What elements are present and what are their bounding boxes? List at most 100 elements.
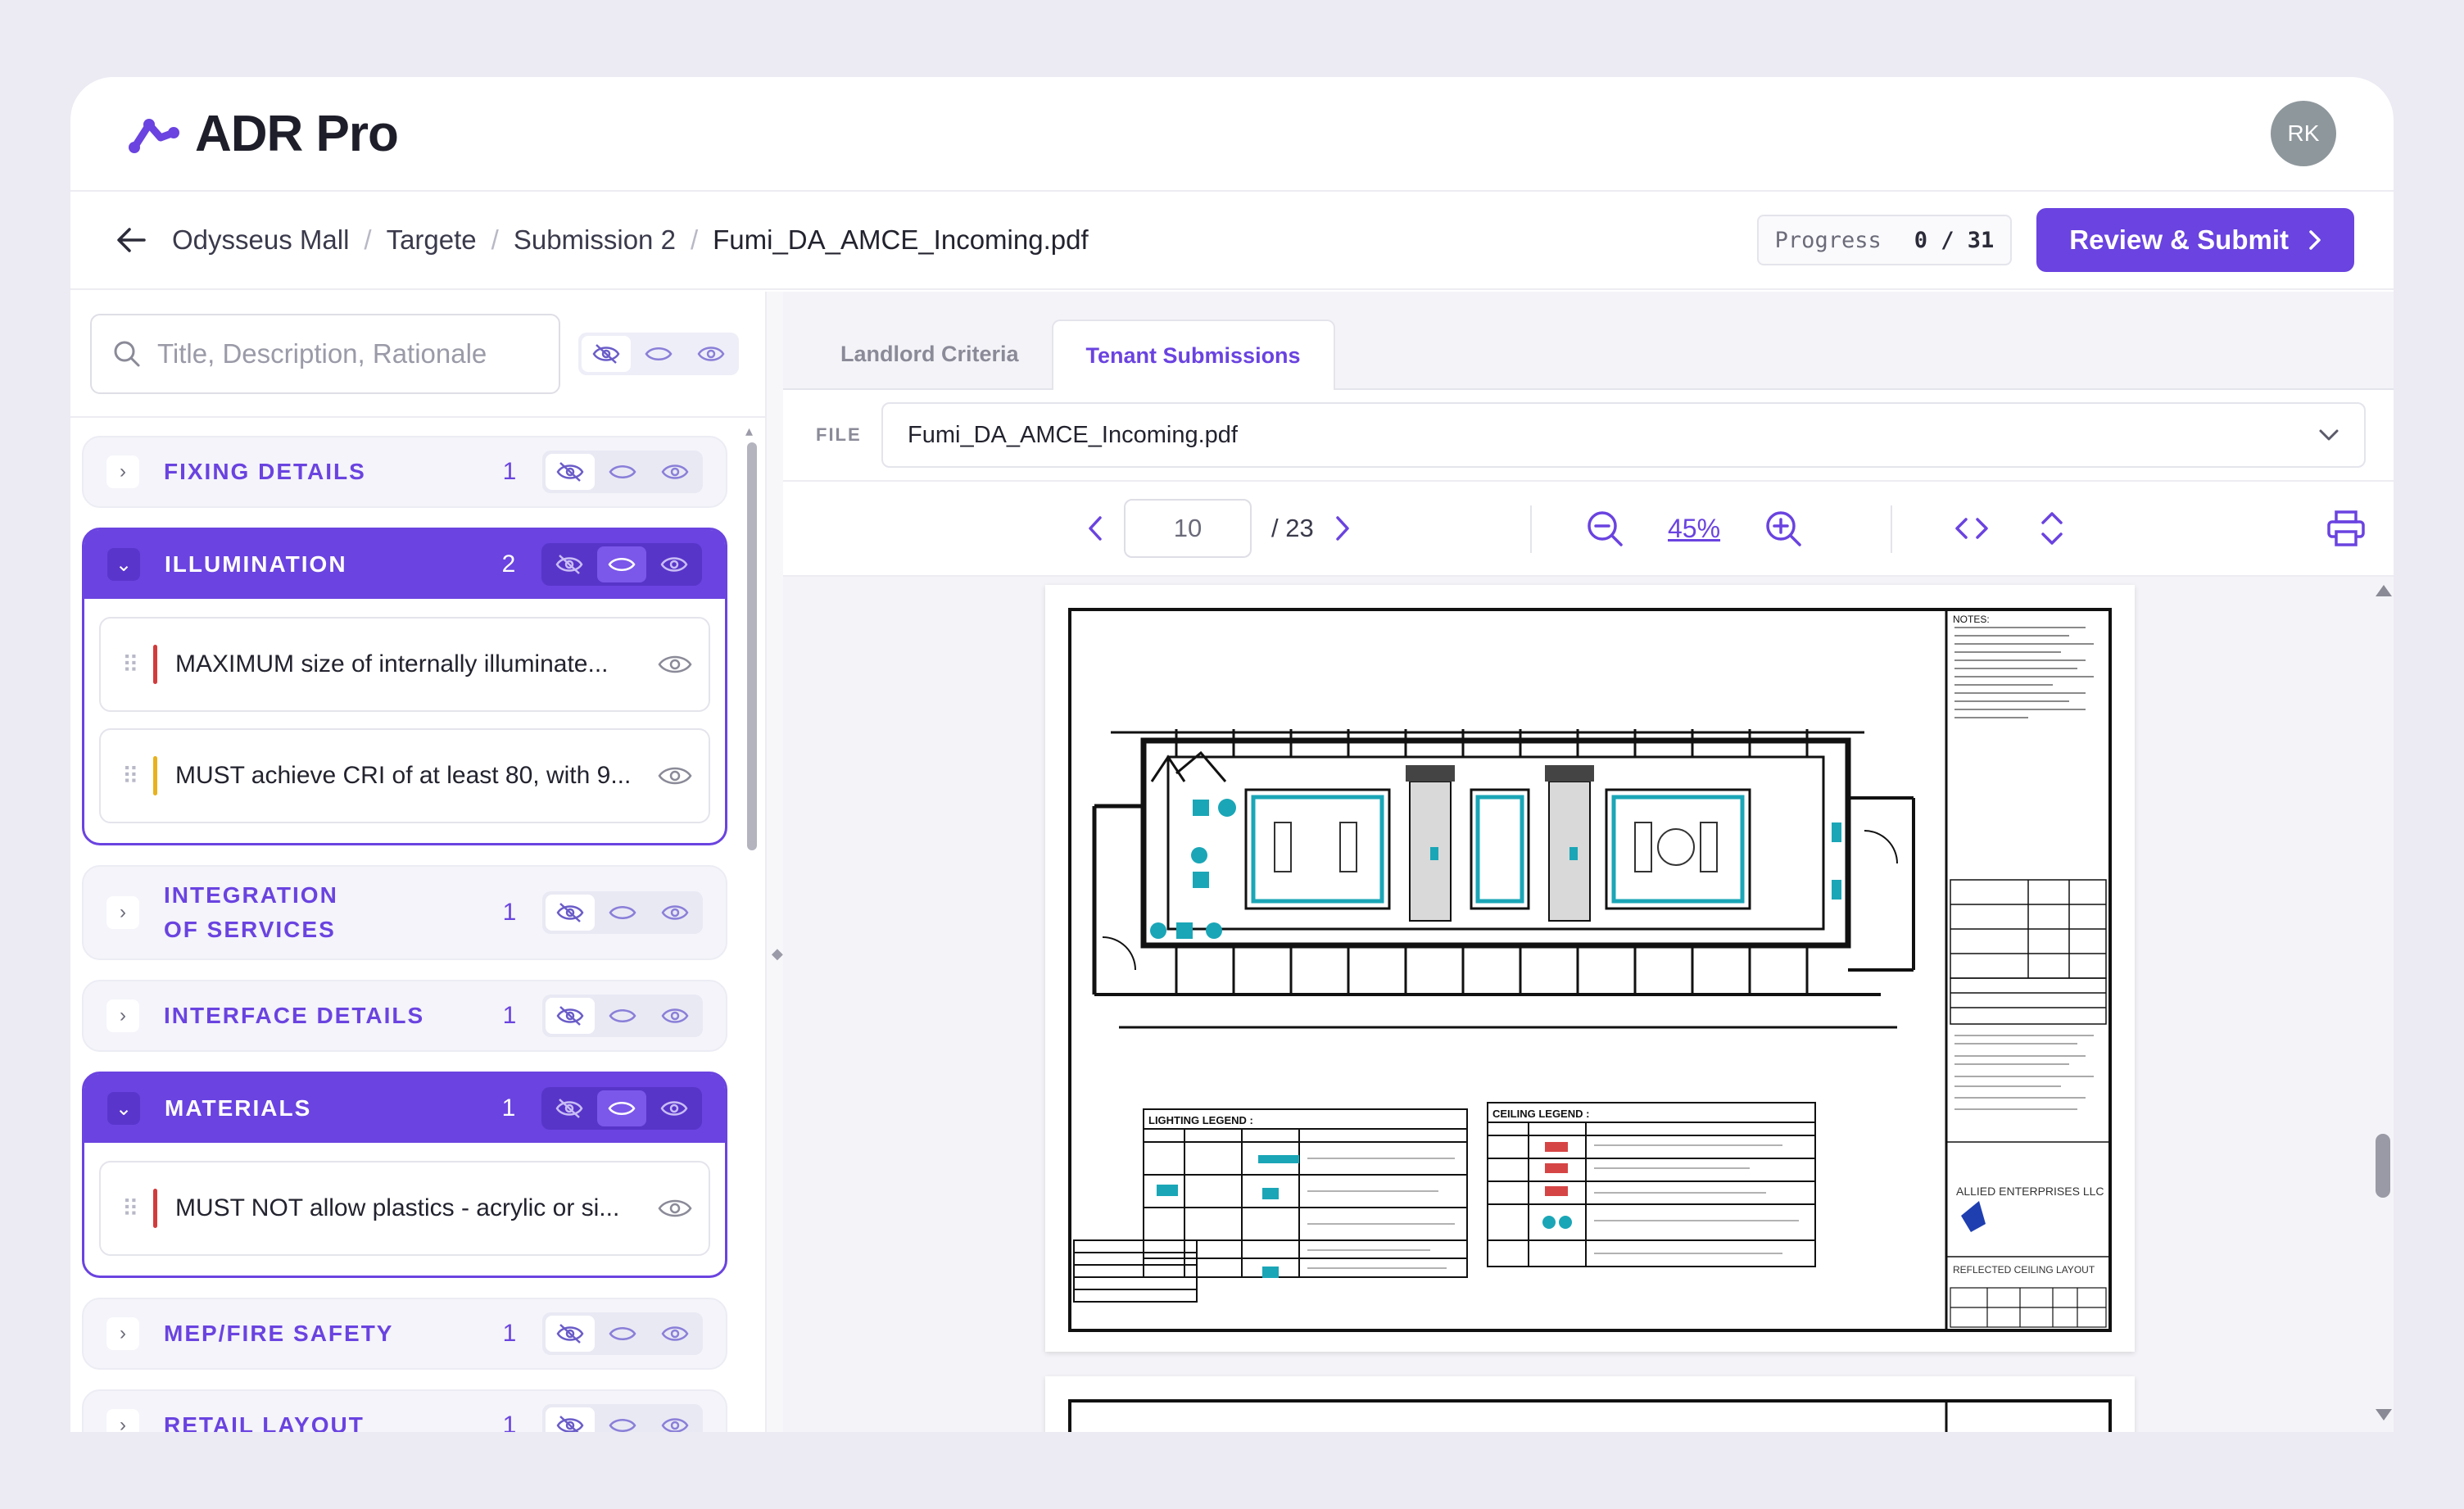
eye-icon[interactable] bbox=[650, 546, 699, 582]
category-interface-details: › INTERFACE DETAILS 1 bbox=[82, 980, 727, 1052]
logo[interactable]: ADR Pro bbox=[128, 105, 399, 163]
eye-off-icon[interactable] bbox=[546, 1316, 595, 1352]
app-name: ADR Pro bbox=[195, 105, 399, 162]
criterion-item[interactable]: ⠿ MUST achieve CRI of at least 80, with … bbox=[99, 728, 710, 823]
scrollbar-thumb[interactable] bbox=[2376, 1134, 2390, 1198]
criterion-item[interactable]: ⠿ MUST NOT allow plastics - acrylic or s… bbox=[99, 1161, 710, 1256]
breadcrumb-tenant[interactable]: Targete bbox=[387, 224, 477, 256]
category-name: ILLUMINATION bbox=[165, 551, 347, 577]
hide-all-eye-off-icon[interactable] bbox=[582, 336, 631, 372]
eye-icon[interactable] bbox=[658, 1196, 692, 1221]
chevron-right-icon[interactable]: › bbox=[106, 1317, 139, 1350]
eye-icon[interactable] bbox=[658, 764, 692, 788]
chevron-down-icon[interactable]: ⌄ bbox=[107, 1092, 140, 1125]
category-name: INTEGRATION OF SERVICES bbox=[164, 882, 338, 942]
fit-height-icon[interactable] bbox=[2040, 511, 2064, 546]
eye-icon[interactable] bbox=[650, 895, 700, 931]
eye-off-icon[interactable] bbox=[545, 1090, 594, 1126]
partial-eye-icon[interactable] bbox=[597, 546, 646, 582]
page-number-input[interactable]: 10 bbox=[1124, 499, 1252, 558]
drag-handle-icon[interactable]: ⠿ bbox=[122, 1195, 147, 1222]
file-select[interactable]: Fumi_DA_AMCE_Incoming.pdf bbox=[881, 402, 2366, 468]
category-integration-of-services: › INTEGRATION OF SERVICES 1 bbox=[82, 865, 727, 960]
breadcrumb-project[interactable]: Odysseus Mall bbox=[172, 224, 349, 256]
scroll-down-icon[interactable] bbox=[2376, 1409, 2392, 1421]
zoom-level[interactable]: 45% bbox=[1668, 514, 1720, 544]
ceiling-legend-title: CEILING LEGEND : bbox=[1492, 1108, 1589, 1120]
category-visibility-toggle bbox=[542, 451, 703, 493]
breadcrumb-separator: / bbox=[690, 224, 699, 255]
category-count: 1 bbox=[502, 1002, 517, 1029]
scroll-up-icon[interactable]: ▴ bbox=[745, 423, 753, 440]
search-input[interactable]: Title, Description, Rationale bbox=[90, 314, 560, 394]
breadcrumb-separator: / bbox=[364, 224, 372, 255]
partial-visibility-icon[interactable] bbox=[634, 336, 683, 372]
eye-icon[interactable] bbox=[650, 998, 700, 1034]
chevron-down-icon[interactable]: ⌄ bbox=[107, 548, 140, 581]
top-bar: ADR Pro RK bbox=[70, 77, 2394, 192]
tab-landlord-criteria[interactable]: Landlord Criteria bbox=[808, 319, 1052, 388]
category-header[interactable]: › INTEGRATION OF SERVICES 1 bbox=[84, 867, 726, 958]
partial-eye-icon[interactable] bbox=[598, 454, 647, 490]
category-header[interactable]: › RETAIL LAYOUT 1 bbox=[84, 1391, 726, 1432]
fit-controls bbox=[1954, 511, 2064, 546]
eye-icon[interactable] bbox=[650, 454, 700, 490]
panel-resize-handle[interactable]: ◆ bbox=[767, 292, 783, 1432]
viewer-toolbar: 10 / 23 45% bbox=[783, 482, 2394, 577]
category-header[interactable]: › INTERFACE DETAILS 1 bbox=[84, 981, 726, 1050]
next-page-icon[interactable] bbox=[1334, 514, 1352, 542]
drag-handle-icon[interactable]: ⠿ bbox=[122, 763, 147, 790]
pdf-page-next bbox=[1045, 1376, 2135, 1432]
partial-eye-icon[interactable] bbox=[598, 895, 647, 931]
eye-icon[interactable] bbox=[650, 1090, 699, 1126]
eye-icon[interactable] bbox=[650, 1316, 700, 1352]
eye-icon[interactable] bbox=[658, 652, 692, 677]
app-window: ADR Pro RK Odysseus Mall / Targete / Sub… bbox=[70, 77, 2394, 1432]
review-submit-button[interactable]: Review & Submit bbox=[2036, 208, 2354, 272]
chevron-right-icon bbox=[2309, 230, 2321, 250]
partial-eye-icon[interactable] bbox=[598, 1316, 647, 1352]
avatar[interactable]: RK bbox=[2271, 101, 2336, 166]
partial-eye-icon[interactable] bbox=[598, 1407, 647, 1432]
breadcrumb-submission[interactable]: Submission 2 bbox=[514, 224, 676, 256]
fit-width-icon[interactable] bbox=[1954, 516, 1989, 541]
zoom-in-icon[interactable] bbox=[1764, 510, 1802, 547]
scrollbar-thumb[interactable] bbox=[747, 442, 757, 850]
category-list-scrollbar[interactable]: ▴ bbox=[745, 418, 759, 1432]
eye-off-icon[interactable] bbox=[546, 454, 595, 490]
category-fixing-details: › FIXING DETAILS 1 bbox=[82, 436, 727, 508]
category-header[interactable]: › FIXING DETAILS 1 bbox=[84, 437, 726, 506]
chevron-down-icon bbox=[2319, 429, 2339, 441]
scroll-up-icon[interactable] bbox=[2376, 585, 2392, 596]
prev-page-icon[interactable] bbox=[1086, 514, 1104, 542]
tab-tenant-submissions[interactable]: Tenant Submissions bbox=[1051, 319, 1335, 390]
category-header[interactable]: ⌄ ILLUMINATION 2 bbox=[84, 530, 725, 599]
criterion-item[interactable]: ⠿ MAXIMUM size of internally illuminate.… bbox=[99, 617, 710, 712]
floor-plan-drawing: NOTES: ALLIED ENTERPRISES LLC REFLECTED … bbox=[1068, 608, 2112, 1332]
show-all-eye-icon[interactable] bbox=[686, 336, 736, 372]
chevron-right-icon[interactable]: › bbox=[106, 455, 139, 488]
category-mep-fire-safety: › MEP/FIRE SAFETY 1 bbox=[82, 1298, 727, 1370]
partial-eye-icon[interactable] bbox=[598, 998, 647, 1034]
category-header[interactable]: ⌄ MATERIALS 1 bbox=[84, 1074, 725, 1143]
chevron-right-icon[interactable]: › bbox=[106, 896, 139, 929]
category-count: 1 bbox=[502, 458, 517, 485]
eye-icon[interactable] bbox=[650, 1407, 700, 1432]
drawing-sheet-title: REFLECTED CEILING LAYOUT bbox=[1953, 1264, 2095, 1276]
eye-off-icon[interactable] bbox=[546, 998, 595, 1034]
chevron-right-icon[interactable]: › bbox=[106, 999, 139, 1032]
print-icon[interactable] bbox=[2326, 510, 2366, 547]
back-arrow-icon[interactable] bbox=[106, 227, 156, 253]
drag-handle-icon[interactable]: ⠿ bbox=[122, 651, 147, 678]
zoom-out-icon[interactable] bbox=[1586, 510, 1624, 547]
eye-off-icon[interactable] bbox=[546, 1407, 595, 1432]
viewer-scrollbar[interactable] bbox=[2371, 577, 2394, 1432]
category-header[interactable]: › MEP/FIRE SAFETY 1 bbox=[84, 1299, 726, 1368]
eye-off-icon[interactable] bbox=[545, 546, 594, 582]
chevron-right-icon[interactable]: › bbox=[106, 1409, 139, 1432]
search-placeholder: Title, Description, Rationale bbox=[157, 338, 487, 369]
pdf-canvas[interactable]: NOTES: ALLIED ENTERPRISES LLC REFLECTED … bbox=[783, 577, 2394, 1432]
partial-eye-icon[interactable] bbox=[597, 1090, 646, 1126]
eye-off-icon[interactable] bbox=[546, 895, 595, 931]
drawing-company: ALLIED ENTERPRISES LLC bbox=[1956, 1185, 2104, 1198]
